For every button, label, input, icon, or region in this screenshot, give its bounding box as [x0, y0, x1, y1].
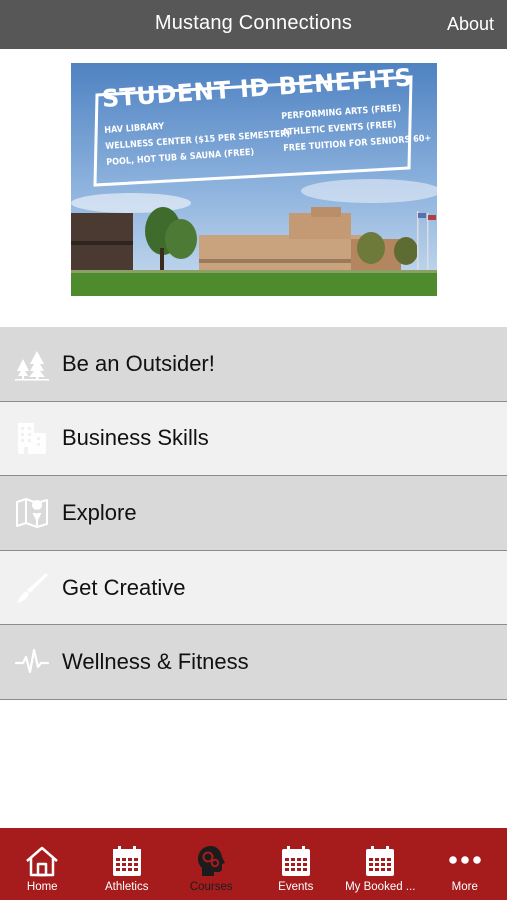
menu-item-label: Business Skills [62, 425, 209, 451]
calendar-icon [112, 846, 141, 876]
tab-label: My Booked ... [345, 881, 416, 893]
tab-courses[interactable]: Courses [169, 828, 254, 900]
trees-icon [15, 350, 49, 381]
map-pin-icon [16, 497, 48, 528]
tab-more[interactable]: More [423, 828, 507, 900]
student-id-benefits-banner[interactable]: STUDENT ID BENEFITS HAV LIBRARY WELLNESS… [71, 63, 437, 296]
menu-item-label: Explore [62, 499, 137, 525]
top-nav-bar: Mustang Connections About [0, 0, 507, 49]
menu-item-get-creative[interactable]: Get Creative [0, 550, 507, 626]
about-button[interactable]: About [447, 14, 494, 35]
menu-item-label: Be an Outsider! [62, 350, 215, 376]
menu-item-wellness-fitness[interactable]: Wellness & Fitness [0, 625, 507, 700]
tab-my-booked[interactable]: My Booked ... [338, 828, 423, 900]
bottom-tab-bar: Home Athletics Courses Events My Booked … [0, 828, 507, 900]
home-icon [26, 846, 59, 877]
heartbeat-icon [15, 649, 49, 674]
menu-item-business-skills[interactable]: Business Skills [0, 401, 507, 477]
course-category-list: Be an Outsider! Business Skills Explore … [0, 327, 507, 700]
calendar-icon [281, 846, 310, 876]
app-title: Mustang Connections [154, 12, 353, 34]
tab-label: Events [278, 881, 314, 893]
menu-item-be-an-outsider[interactable]: Be an Outsider! [0, 327, 507, 402]
menu-item-label: Wellness & Fitness [62, 649, 249, 675]
tab-home[interactable]: Home [0, 828, 85, 900]
tab-label: More [451, 881, 478, 893]
tab-label: Courses [189, 881, 233, 893]
paintbrush-icon [17, 572, 48, 603]
more-dots-icon [448, 856, 481, 864]
tab-label: Athletics [105, 881, 149, 893]
calendar-icon [366, 846, 395, 876]
building-icon [18, 423, 46, 455]
tab-label: Home [26, 881, 58, 893]
menu-item-label: Get Creative [62, 574, 186, 600]
tab-events[interactable]: Events [254, 828, 339, 900]
tab-athletics[interactable]: Athletics [85, 828, 170, 900]
menu-item-explore[interactable]: Explore [0, 476, 507, 551]
head-gears-icon [198, 846, 226, 876]
app-screen: Mustang Connections About STUDENT ID BEN… [0, 0, 507, 900]
